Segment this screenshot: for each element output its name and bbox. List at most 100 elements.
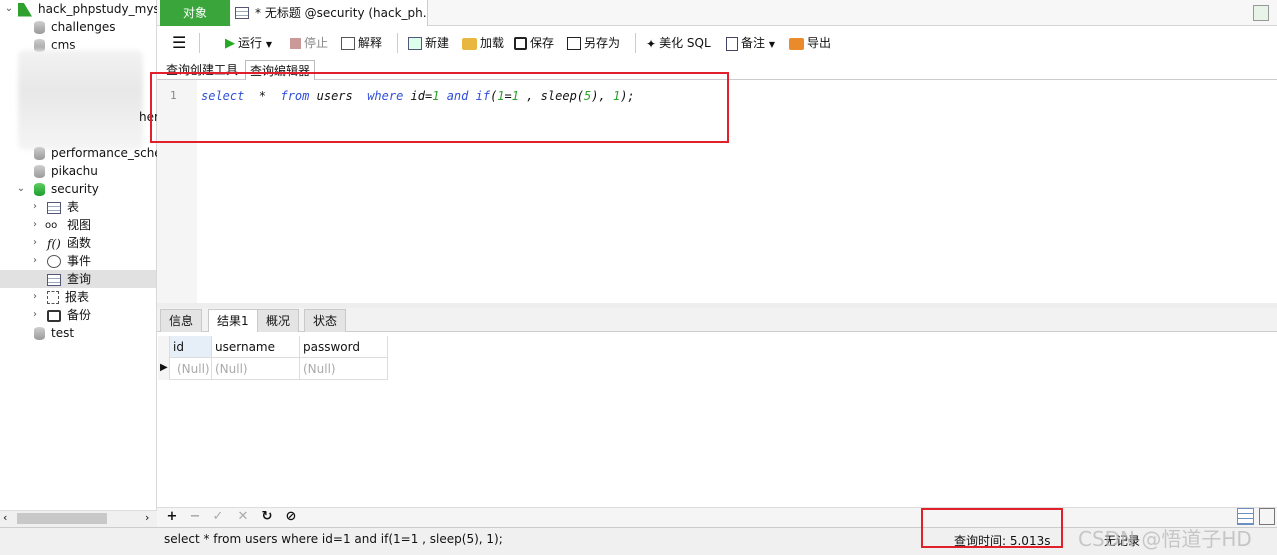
toolbar-separator [397,33,398,53]
tab-info[interactable]: 信息 [160,309,203,332]
tree-item-label: 视图 [67,218,92,232]
tree-db-label: test [51,326,75,340]
tree-connection[interactable]: hack_phpstudy_mysc [18,0,166,18]
new-query-icon [408,37,422,50]
tree-item-backups[interactable]: 备份 [47,306,91,324]
stop-icon [290,38,301,49]
tree-item-label: 报表 [65,290,90,304]
column-header-username[interactable]: username [212,336,300,358]
explain-label: 解释 [358,36,383,50]
save-as-icon [567,37,581,50]
database-icon [34,147,45,160]
tree-db-pikachu[interactable]: pikachu [34,162,98,180]
play-icon: ▶ [225,35,235,51]
discard-icon[interactable]: ✕ [235,507,251,527]
comment-button[interactable]: 备注 ▼ [726,26,775,60]
add-record-icon[interactable]: + [164,507,180,527]
database-icon [34,165,45,178]
magic-wand-icon: ✦ [646,36,657,51]
delete-record-icon[interactable]: − [187,507,203,527]
tab-overview[interactable]: 概况 [257,309,300,332]
expand-arrow-icon[interactable]: › [30,288,40,306]
explain-button[interactable]: 解释 [341,26,382,60]
dropdown-arrow-icon[interactable]: ▼ [266,40,272,49]
save-label: 保存 [530,36,555,50]
tree-connection-label: hack_phpstudy_mysc [38,2,167,16]
tree-item-label: 表 [67,200,80,214]
tab-result1[interactable]: 结果1 [208,309,258,332]
new-button[interactable]: 新建 [408,26,449,60]
stop-circle-icon[interactable]: ⊘ [283,507,299,527]
tree-item-queries[interactable]: 查询 [47,270,91,288]
export-icon [789,37,804,50]
tree-db-label: security [51,182,99,196]
expand-arrow-icon[interactable]: › [30,198,40,216]
form-view-icon[interactable] [1259,508,1275,525]
expand-arrow-icon[interactable]: › [30,216,40,234]
tab-status[interactable]: 状态 [304,309,347,332]
explain-icon [341,37,355,50]
scroll-right-icon[interactable]: › [145,511,149,524]
tab-query[interactable]: * 无标题 @security (hack_ph... [231,0,428,26]
apply-icon[interactable]: ✓ [210,507,226,527]
column-header-password[interactable]: password [300,336,388,358]
save-as-label: 另存为 [584,36,621,50]
tree-db-test[interactable]: test [34,324,74,342]
table-icon [47,201,61,214]
connection-icon [18,2,32,17]
grid-cell[interactable]: (Null) [212,358,300,380]
database-icon [34,21,45,34]
new-label: 新建 [425,36,450,50]
tab-object[interactable]: 对象 [160,0,230,26]
database-icon [34,327,45,340]
export-label: 导出 [807,36,832,50]
stop-label: 停止 [304,36,329,50]
tree-db-label: performance_sche [51,146,162,160]
save-icon [514,37,527,50]
scrollbar-thumb[interactable] [17,513,107,524]
beautify-sql-button[interactable]: ✦ 美化 SQL [646,26,711,60]
row-header [158,336,170,380]
backup-icon [47,309,61,322]
tree-item-events[interactable]: 事件 [47,252,91,270]
save-button[interactable]: 保存 [514,26,554,60]
tree-item-label: 函数 [67,236,92,250]
toolbar-separator [635,33,636,53]
tree-db-performance-schema[interactable]: performance_sche [34,144,162,162]
new-object-icon[interactable] [1253,5,1269,21]
save-as-button[interactable]: 另存为 [567,26,620,60]
tree-item-reports[interactable]: 报表 [47,288,89,306]
tree-item-functions[interactable]: f() 函数 [47,234,91,252]
status-sql-text: select * from users where id=1 and if(1=… [164,532,503,546]
database-icon [34,183,45,196]
grid-cell[interactable]: (Null) [300,358,388,380]
function-icon: f() [47,236,61,251]
dropdown-arrow-icon[interactable]: ▼ [769,40,775,49]
run-button[interactable]: ▶ 运行 ▼ [225,26,272,60]
query-icon [235,7,249,19]
collapse-arrow-icon[interactable]: ⌄ [4,0,14,18]
tree-db-challenges[interactable]: challenges [34,18,115,36]
query-icon [47,273,61,286]
grid-cell[interactable]: (Null) [170,358,212,380]
export-button[interactable]: 导出 [789,26,831,60]
toolbar-separator [199,33,200,53]
stop-button[interactable]: 停止 [290,26,328,60]
row-pointer-icon: ▶ [160,362,168,373]
tree-item-views[interactable]: oo 视图 [45,216,91,234]
menu-icon[interactable]: ☰ [172,26,186,60]
refresh-icon[interactable]: ↻ [259,507,275,527]
blurred-region [18,50,143,150]
scroll-left-icon[interactable]: ‹ [3,511,7,524]
expand-arrow-icon[interactable]: › [30,252,40,270]
tree-item-tables[interactable]: 表 [47,198,79,216]
column-header-id[interactable]: id [170,336,212,358]
expand-arrow-icon[interactable]: › [30,234,40,252]
report-icon [47,291,59,304]
comment-label: 备注 [741,36,766,50]
expand-arrow-icon[interactable]: › [30,306,40,324]
tab-query-label: * 无标题 @security (hack_ph... [255,6,428,20]
load-button[interactable]: 加载 [462,26,504,60]
tree-db-security[interactable]: security [34,180,99,198]
collapse-arrow-icon[interactable]: ⌄ [16,180,26,198]
